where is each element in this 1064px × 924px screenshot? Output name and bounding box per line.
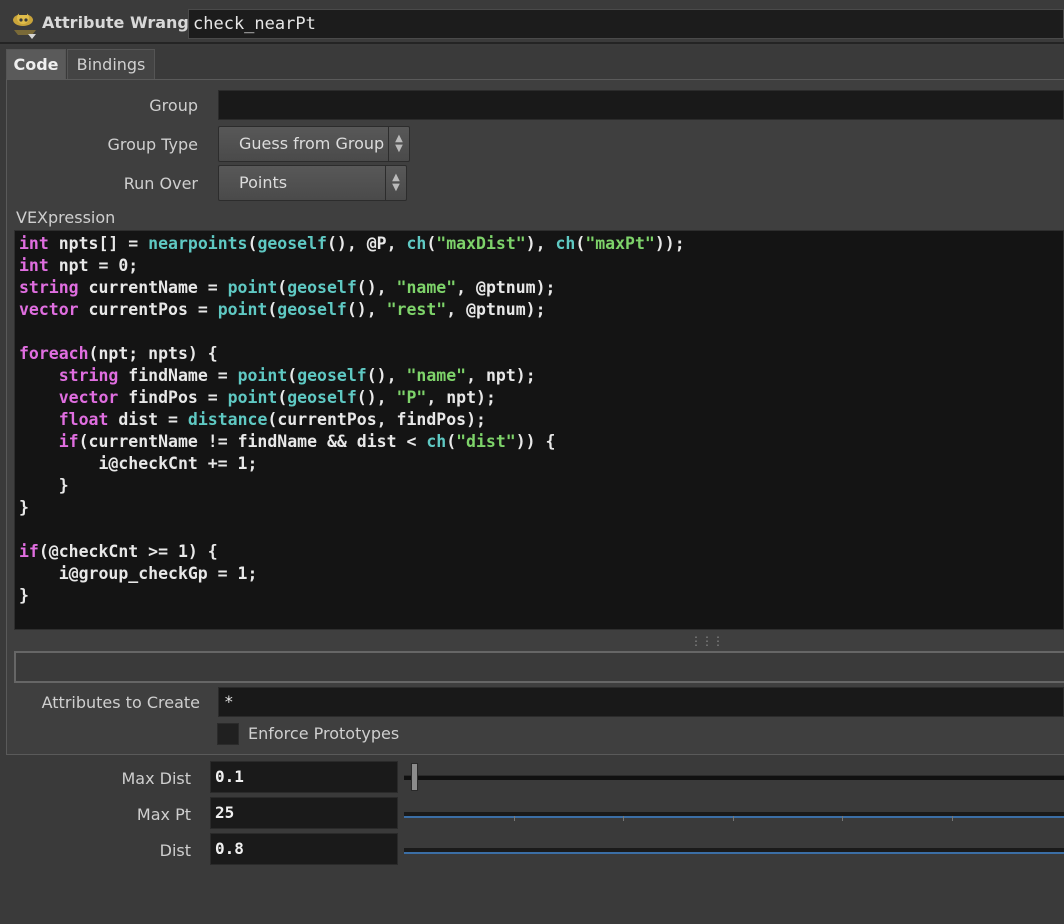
group-field[interactable] — [218, 90, 1064, 120]
vexpression-label: VEXpression — [16, 208, 116, 227]
dist-field[interactable]: 0.8 — [210, 833, 398, 865]
max-dist-field[interactable]: 0.1 — [210, 761, 398, 793]
resize-grip-icon[interactable]: ⋮⋮⋮ — [690, 634, 724, 648]
group-type-label: Group Type — [107, 135, 198, 154]
run-over-menu[interactable]: Points ▲ ▼ — [218, 165, 407, 201]
slider-tick — [733, 816, 734, 821]
slider-tick — [842, 816, 843, 821]
header-divider — [0, 42, 1064, 44]
group-type-value: Guess from Group — [239, 134, 385, 153]
slider-tick — [623, 816, 624, 821]
node-type-label: Attribute Wrangle — [42, 13, 206, 32]
code-status-bar — [14, 651, 1064, 683]
max-pt-field[interactable]: 25 — [210, 797, 398, 829]
dist-slider[interactable] — [404, 848, 1064, 854]
slider-tick — [952, 816, 953, 821]
slider-tick — [514, 816, 515, 821]
group-label: Group — [149, 96, 198, 115]
max-dist-label: Max Dist — [121, 769, 191, 788]
menu-arrows-icon: ▲ ▼ — [388, 127, 409, 161]
attributes-to-create-field[interactable]: * — [218, 687, 1064, 717]
max-dist-slider-handle[interactable] — [411, 763, 418, 791]
menu-arrows-icon: ▲ ▼ — [385, 166, 406, 200]
enforce-prototypes-label: Enforce Prototypes — [248, 724, 400, 743]
vex-code-editor[interactable]: int npts[] = nearpoints(geoself(), @P, c… — [14, 230, 1064, 630]
max-pt-slider[interactable] — [404, 812, 1064, 821]
wrangle-node-icon[interactable] — [10, 8, 40, 40]
dist-label: Dist — [159, 841, 191, 860]
node-name-field[interactable]: check_nearPt — [188, 9, 1064, 39]
max-dist-slider[interactable] — [404, 775, 1064, 780]
tab-code[interactable]: Code — [6, 49, 66, 79]
enforce-prototypes-checkbox[interactable] — [217, 723, 239, 745]
run-over-label: Run Over — [123, 174, 198, 193]
vex-code: int npts[] = nearpoints(geoself(), @P, c… — [19, 234, 685, 605]
attributes-to-create-label: Attributes to Create — [41, 693, 200, 712]
group-type-menu[interactable]: Guess from Group ▲ ▼ — [218, 126, 410, 162]
run-over-value: Points — [239, 173, 288, 192]
max-pt-label: Max Pt — [136, 805, 191, 824]
tab-bindings[interactable]: Bindings — [67, 49, 155, 79]
